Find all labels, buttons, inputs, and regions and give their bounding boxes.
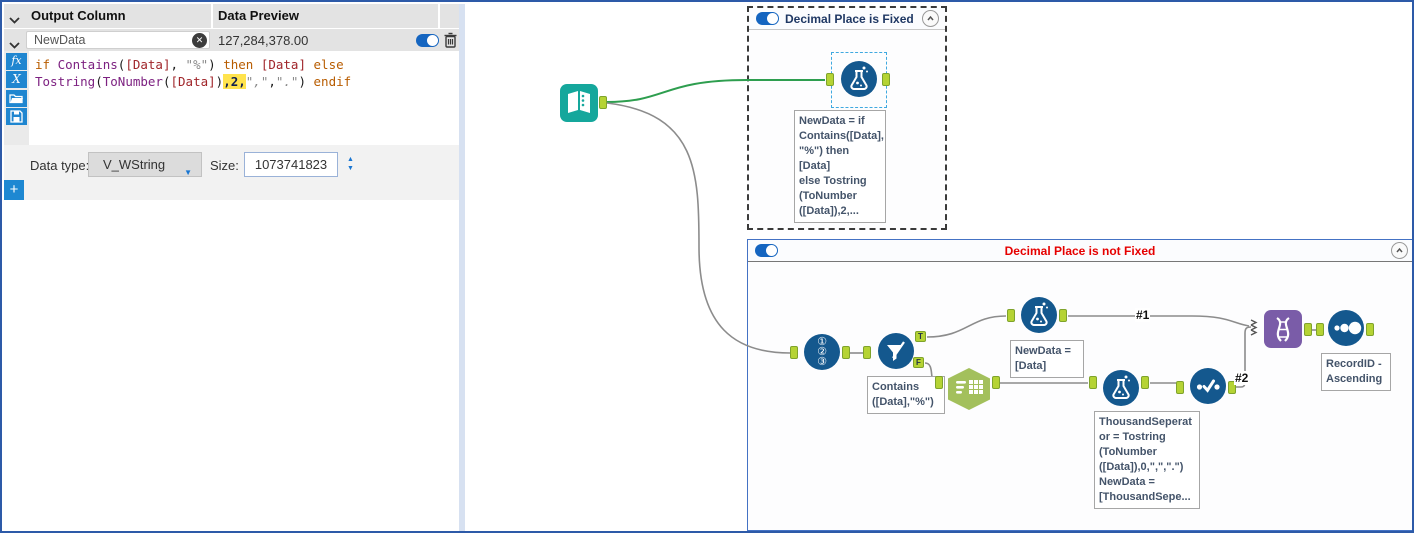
- filter-input-anchor[interactable]: [863, 346, 871, 359]
- formula-tool-fixed[interactable]: [841, 61, 877, 97]
- container-decimal-not-fixed[interactable]: Decimal Place is not Fixed: [747, 239, 1412, 531]
- expression-editor[interactable]: fx X if Contains([Data], "%") then [Data…: [4, 51, 459, 145]
- fx-icon[interactable]: fx: [6, 53, 27, 70]
- chevron-down-icon[interactable]: [9, 11, 20, 29]
- record-id-input-anchor[interactable]: [790, 346, 798, 359]
- text-input-output-anchor[interactable]: [599, 96, 607, 109]
- book-icon: [568, 91, 590, 113]
- collapse-icon[interactable]: [1391, 242, 1408, 259]
- formula-line-1[interactable]: if Contains([Data], "%") then [Data] els…: [35, 57, 344, 72]
- union-output-anchor[interactable]: [1304, 323, 1312, 336]
- filter-annotation[interactable]: Contains ([Data],"%"): [867, 376, 945, 414]
- variables-icon[interactable]: X: [6, 71, 27, 88]
- size-label: Size:: [210, 158, 239, 173]
- select-check-icon: [1196, 379, 1220, 393]
- alteryx-window: Output Column Data Preview NewData ✕ 127…: [0, 0, 1414, 533]
- save-icon[interactable]: [6, 108, 27, 125]
- dna-strands-icon: [1276, 317, 1290, 342]
- formula-bottom-input-anchor[interactable]: [1089, 376, 1097, 389]
- data-preview-value: 127,284,378.00: [218, 33, 309, 48]
- sort-dots-icon: [1334, 321, 1362, 335]
- formula-bottom-annotation[interactable]: ThousandSeperat or = Tostring (ToNumber …: [1094, 411, 1200, 509]
- text-input-tool[interactable]: [560, 84, 598, 122]
- select-input-anchor[interactable]: [1176, 381, 1184, 394]
- formula-fixed-output-anchor[interactable]: [882, 73, 890, 86]
- sort-input-anchor[interactable]: [1316, 323, 1324, 336]
- macro-input-anchor[interactable]: [935, 376, 943, 389]
- size-spinner[interactable]: ▲ ▼: [343, 152, 358, 177]
- add-expression-button[interactable]: +: [4, 180, 24, 200]
- filter-funnel-icon: [887, 341, 905, 361]
- connection-1-label: #1: [1135, 308, 1151, 322]
- formula-line-2[interactable]: Tostring(ToNumber([Data]),2,",",".") end…: [35, 74, 351, 89]
- clear-field-icon[interactable]: ✕: [192, 33, 207, 48]
- editor-toolbar: fx X: [4, 51, 29, 145]
- formula-tool-bottom[interactable]: [1103, 370, 1139, 406]
- formula-tool-top[interactable]: [1021, 297, 1057, 333]
- formula-config-panel: Output Column Data Preview NewData ✕ 127…: [4, 4, 459, 531]
- sort-output-anchor[interactable]: [1366, 323, 1374, 336]
- output-field-row: NewData ✕ 127,284,378.00: [4, 29, 459, 51]
- formula-top-annotation[interactable]: NewData = [Data]: [1010, 340, 1084, 378]
- columns-header-row: Output Column Data Preview: [4, 4, 459, 28]
- chevron-down-icon: ▼: [184, 168, 192, 177]
- record-id-icon: ① ② ③: [817, 335, 827, 368]
- output-column-name-input[interactable]: NewData: [26, 31, 210, 49]
- filter-false-anchor[interactable]: F: [913, 357, 924, 368]
- spin-up-icon[interactable]: ▲: [343, 155, 358, 164]
- record-id-tool[interactable]: ① ② ③: [804, 334, 840, 370]
- sort-annotation[interactable]: RecordID - Ascending: [1321, 353, 1391, 391]
- select-tool[interactable]: [1190, 368, 1226, 404]
- filter-tool[interactable]: [878, 333, 914, 369]
- flask-icon: [1112, 375, 1130, 399]
- container-fixed-toggle[interactable]: [756, 12, 779, 25]
- data-type-dropdown[interactable]: V_WString ▼: [88, 152, 202, 177]
- spin-down-icon[interactable]: ▼: [343, 164, 358, 173]
- data-type-band: Data type: V_WString ▼ Size: 1073741823 …: [4, 145, 459, 200]
- flask-icon: [850, 66, 868, 90]
- record-id-output-anchor[interactable]: [842, 346, 850, 359]
- formula-fixed-annotation[interactable]: NewData = if Contains([Data], "%") then …: [794, 110, 886, 223]
- column-divider: [438, 4, 440, 28]
- multi-input-marker-icon: [1249, 318, 1259, 341]
- open-folder-icon[interactable]: [6, 90, 27, 107]
- formula-top-output-anchor[interactable]: [1059, 309, 1067, 322]
- sort-tool[interactable]: [1328, 310, 1364, 346]
- size-input[interactable]: 1073741823: [244, 152, 338, 177]
- flask-icon: [1030, 302, 1048, 326]
- collapse-icon[interactable]: [922, 10, 939, 27]
- macro-output-anchor[interactable]: [992, 376, 1000, 389]
- column-enabled-toggle[interactable]: [416, 34, 439, 47]
- container-fixed-title: Decimal Place is Fixed: [785, 12, 914, 26]
- output-column-header: Output Column: [31, 8, 126, 23]
- formula-top-input-anchor[interactable]: [1007, 309, 1015, 322]
- delete-column-icon[interactable]: [443, 32, 458, 53]
- container-not-fixed-header: Decimal Place is not Fixed: [748, 240, 1412, 262]
- container-fixed-header: Decimal Place is Fixed: [749, 8, 945, 30]
- formula-bottom-output-anchor[interactable]: [1141, 376, 1149, 389]
- column-divider: [211, 4, 213, 28]
- formula-fixed-input-anchor[interactable]: [826, 73, 834, 86]
- data-preview-header: Data Preview: [218, 8, 299, 23]
- data-type-label: Data type:: [30, 158, 90, 173]
- connection-2-label: #2: [1234, 371, 1250, 385]
- filter-true-anchor[interactable]: T: [915, 331, 926, 342]
- container-not-fixed-title: Decimal Place is not Fixed: [1004, 244, 1156, 258]
- data-type-value: V_WString: [103, 157, 166, 172]
- union-tool[interactable]: [1264, 310, 1302, 348]
